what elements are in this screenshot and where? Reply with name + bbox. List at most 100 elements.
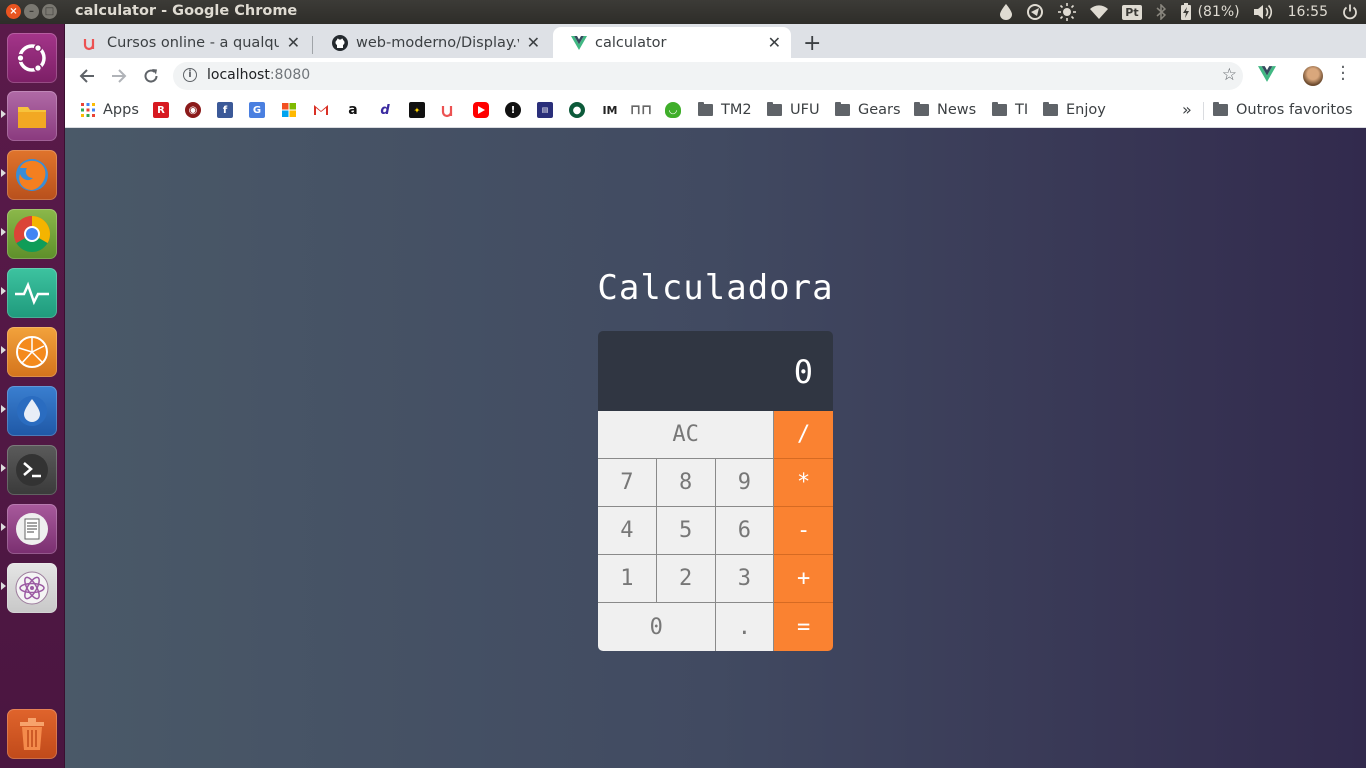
folder-icon [914, 102, 929, 116]
bookmark-microsoft[interactable] [281, 102, 297, 118]
bookmark-dx[interactable]: d [377, 102, 393, 118]
window-title: calculator - Google Chrome [75, 3, 298, 19]
files-icon[interactable] [7, 91, 57, 141]
tab-close-icon[interactable]: ✕ [768, 33, 781, 52]
text-editor-icon[interactable] [7, 504, 57, 554]
brightness-icon[interactable] [1058, 3, 1077, 21]
tab-udemy[interactable]: Cursos online - a qualquer ✕ [65, 27, 310, 58]
address-bar[interactable]: i localhost:8080 ☆ [173, 62, 1243, 90]
battery-percentage: (81%) [1197, 4, 1240, 20]
bookmarks-overflow-button[interactable]: » [1182, 100, 1192, 119]
digit-2-button[interactable]: 2 [656, 555, 716, 603]
volume-icon[interactable] [1253, 4, 1274, 20]
terminal-icon[interactable] [7, 445, 57, 495]
profile-avatar[interactable] [1303, 66, 1323, 86]
bookmark-exclaim[interactable]: ! [505, 102, 521, 118]
chrome-icon[interactable] [7, 209, 57, 259]
bookmark-folder-tm2[interactable]: TM2 [698, 102, 752, 118]
bookmark-amazon[interactable]: a [345, 102, 361, 118]
subtract-button[interactable]: - [774, 507, 833, 555]
telegram-icon[interactable] [1026, 4, 1044, 20]
bookmark-book[interactable]: ▤ [537, 102, 553, 118]
new-tab-button[interactable]: + [803, 31, 821, 56]
bookmark-youtube[interactable] [473, 102, 489, 118]
equals-button[interactable]: = [774, 603, 833, 651]
multiply-button[interactable]: * [774, 459, 833, 507]
digit-4-button[interactable]: 4 [598, 507, 657, 555]
bookmark-star-icon[interactable]: ☆ [1222, 65, 1237, 85]
translate-icon: G [249, 102, 265, 118]
clear-button[interactable]: AC [598, 411, 775, 459]
bookmark-4[interactable]: ✦ [409, 102, 425, 118]
bookmark-gmail[interactable] [313, 102, 329, 118]
bookmark-im[interactable]: IM [601, 102, 619, 118]
digit-6-button[interactable]: 6 [715, 507, 775, 555]
divide-button[interactable]: / [774, 411, 833, 459]
bookmark-facebook[interactable]: f [217, 102, 233, 118]
bookmark-apps[interactable]: Apps [80, 102, 139, 118]
tab-close-icon[interactable]: ✕ [287, 33, 300, 52]
bookmark-folder-enjoy[interactable]: Enjoy [1043, 102, 1106, 118]
digit-5-button[interactable]: 5 [656, 507, 716, 555]
bookmark-label: News [937, 102, 977, 118]
maximize-window-button[interactable]: □ [42, 4, 57, 19]
ubuntu-dash-icon[interactable] [7, 33, 57, 83]
digit-0-button[interactable]: 0 [598, 603, 716, 651]
vue-devtools-extension-icon[interactable] [1258, 66, 1276, 86]
bookmark-folder-ti[interactable]: TI [992, 102, 1028, 118]
digit-8-button[interactable]: 8 [656, 459, 716, 507]
add-button[interactable]: + [774, 555, 833, 603]
trash-icon[interactable] [7, 709, 57, 759]
dropbox-drop-icon[interactable] [1000, 4, 1013, 20]
tab-divider [312, 36, 313, 54]
digit-3-button[interactable]: 3 [715, 555, 775, 603]
bookmarks-bar: Apps R ◉ f G a d ✦ ! ▤ ● IM ⊓⊓ ◡ TM2 UFU… [65, 94, 1366, 128]
bookmark-udemy[interactable] [441, 102, 457, 118]
system-tray: Pt (81%) 16:55 [1000, 2, 1358, 22]
decimal-point-button[interactable]: . [715, 603, 775, 651]
tab-strip: Cursos online - a qualquer ✕ web-moderno… [65, 24, 1366, 58]
atom-icon[interactable] [7, 563, 57, 613]
tab-github[interactable]: web-moderno/Display.vue ✕ [314, 27, 550, 58]
bookmark-folder-news[interactable]: News [914, 102, 976, 118]
digit-9-button[interactable]: 9 [715, 459, 775, 507]
bookmark-label: Enjoy [1066, 102, 1106, 118]
green-circle-icon: ● [569, 102, 585, 118]
clock[interactable]: 16:55 [1288, 4, 1328, 20]
red-circle-icon: ◉ [185, 102, 201, 118]
keyboard-layout-indicator[interactable]: Pt [1122, 4, 1142, 20]
minimize-window-button[interactable]: – [24, 4, 39, 19]
bookmark-folder-gears[interactable]: Gears [835, 102, 901, 118]
back-arrow-icon[interactable] [74, 63, 100, 89]
tab-close-icon[interactable]: ✕ [527, 33, 540, 52]
site-info-icon[interactable]: i [183, 68, 197, 82]
close-window-button[interactable]: × [6, 4, 21, 19]
bookmark-label: Gears [858, 102, 901, 118]
bookmark-green-circle[interactable]: ● [569, 102, 585, 118]
forward-arrow-icon[interactable] [106, 63, 132, 89]
bluetooth-icon[interactable] [1156, 4, 1166, 20]
reload-icon[interactable] [138, 63, 164, 89]
bookmark-other-favorites[interactable]: Outros favoritos [1213, 102, 1353, 118]
apps-grid-icon [80, 102, 96, 118]
battery-indicator[interactable]: (81%) [1180, 3, 1240, 21]
chrome-menu-icon[interactable]: · · · [1339, 59, 1347, 89]
book-cover-icon: ▤ [537, 102, 553, 118]
exclamation-icon: ! [505, 102, 521, 118]
tab-label: web-moderno/Display.vue [356, 34, 519, 51]
wifi-icon[interactable] [1090, 5, 1109, 19]
session-power-icon[interactable] [1342, 4, 1358, 20]
bookmark-translate[interactable]: G [249, 102, 265, 118]
drop-app-icon[interactable] [7, 386, 57, 436]
orange-app-icon[interactable] [7, 327, 57, 377]
bookmark-reader[interactable]: ⊓⊓ [630, 102, 652, 118]
firefox-icon[interactable] [7, 150, 57, 200]
digit-7-button[interactable]: 7 [598, 459, 657, 507]
bookmark-frog[interactable]: ◡ [665, 102, 681, 118]
bookmark-folder-ufu[interactable]: UFU [767, 102, 820, 118]
system-monitor-icon[interactable] [7, 268, 57, 318]
bookmark-2[interactable]: ◉ [185, 102, 201, 118]
digit-1-button[interactable]: 1 [598, 555, 657, 603]
bookmark-r[interactable]: R [153, 102, 169, 118]
tab-calculator[interactable]: calculator ✕ [553, 27, 791, 58]
